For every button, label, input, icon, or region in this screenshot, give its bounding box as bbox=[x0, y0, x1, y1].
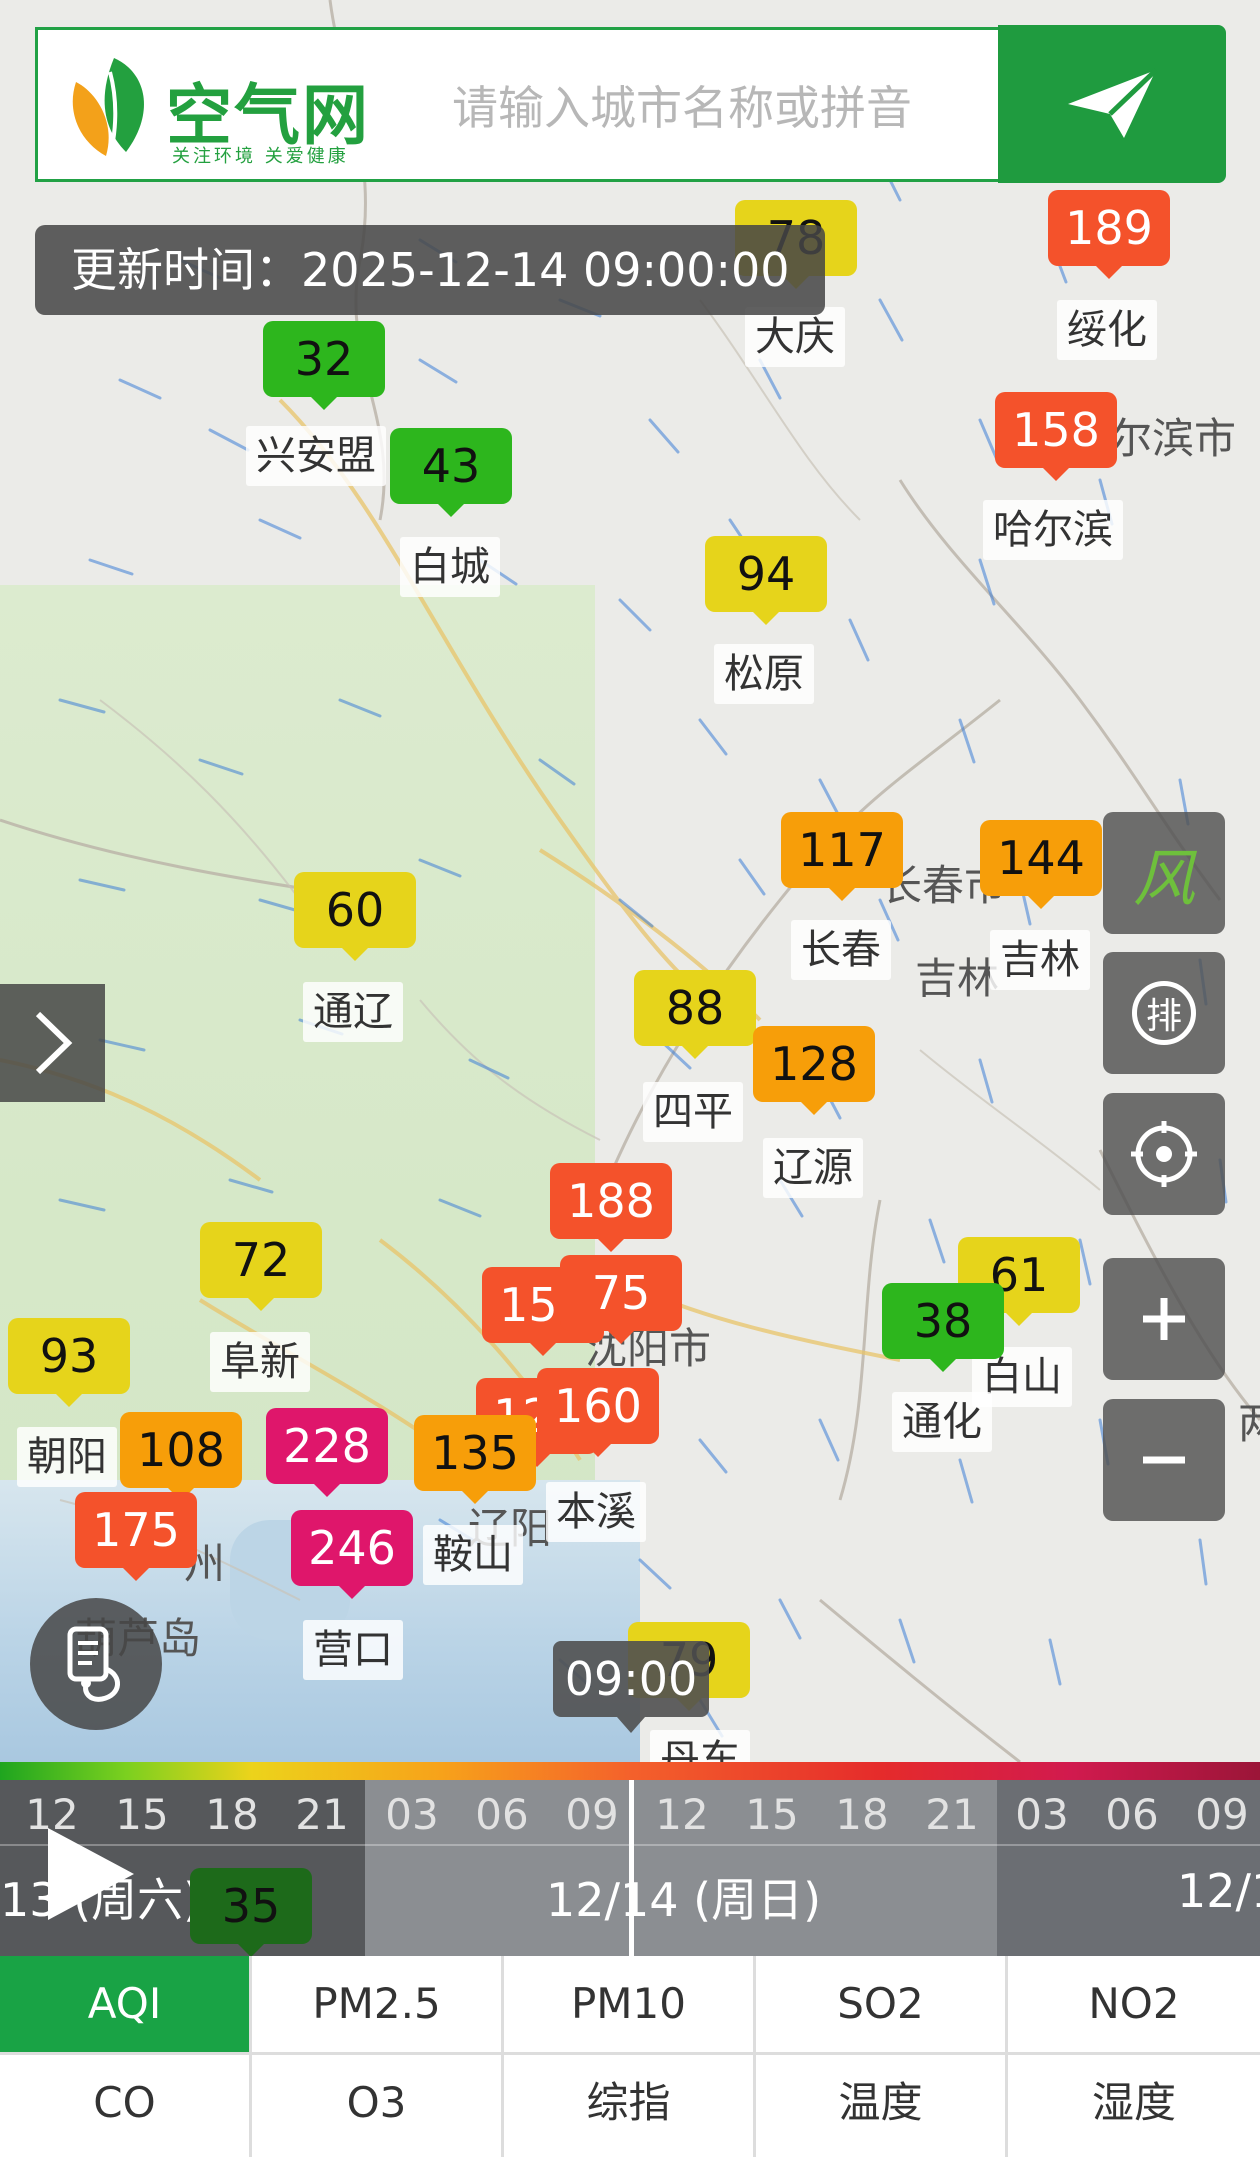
aqi-marker[interactable]: 94 bbox=[705, 536, 827, 625]
timeline-hour[interactable]: 03 bbox=[997, 1790, 1087, 1839]
aqi-marker[interactable]: 108 bbox=[120, 1412, 242, 1501]
tab-humidity[interactable]: 湿度 bbox=[1008, 2055, 1260, 2157]
zoom-out-button[interactable] bbox=[1103, 1399, 1225, 1521]
wind-toggle-button[interactable]: 风 bbox=[1103, 812, 1225, 934]
aqi-marker[interactable]: 144 bbox=[980, 820, 1102, 909]
tab-temperature[interactable]: 温度 bbox=[756, 2055, 1005, 2157]
map-label-harbin-city: 尔滨市 bbox=[1110, 414, 1237, 463]
aqi-marker[interactable]: 128 bbox=[753, 1026, 875, 1115]
timeline-hour[interactable]: 09 bbox=[1177, 1790, 1260, 1839]
city-label[interactable]: 白城 bbox=[400, 537, 500, 597]
search-bar: 空气网 关注环境 关爱健康 bbox=[35, 27, 1045, 182]
city-label[interactable]: 丹东 bbox=[650, 1730, 750, 1762]
timeline-cursor[interactable] bbox=[629, 1780, 634, 1956]
timeline-hour[interactable]: 09 bbox=[547, 1790, 637, 1839]
timeline-day-current: 12/14 (周日) bbox=[546, 1873, 822, 1927]
city-label[interactable]: 通辽 bbox=[303, 982, 403, 1042]
timeline-hour[interactable]: 21 bbox=[277, 1790, 367, 1839]
city-label[interactable]: 朝阳 bbox=[17, 1427, 117, 1487]
tab-aqi[interactable]: AQI bbox=[0, 1956, 249, 2052]
tab-no2[interactable]: NO2 bbox=[1008, 1956, 1260, 2052]
plus-icon bbox=[1143, 1298, 1185, 1340]
city-search-input[interactable] bbox=[450, 72, 1014, 144]
aqi-marker[interactable]: 246 bbox=[291, 1510, 413, 1599]
tab-composite-index[interactable]: 综指 bbox=[504, 2055, 753, 2157]
expand-panel-button[interactable] bbox=[0, 984, 105, 1102]
logo-leaf-icon bbox=[72, 58, 144, 157]
chevron-right-icon bbox=[35, 1011, 72, 1075]
city-label[interactable]: 松原 bbox=[714, 644, 814, 704]
timeline-hour[interactable]: 21 bbox=[907, 1790, 997, 1839]
pollutant-tabs: AQI PM2.5 PM10 SO2 NO2 CO O3 综指 温度 湿度 bbox=[0, 1956, 1260, 2157]
zoom-in-button[interactable] bbox=[1103, 1258, 1225, 1380]
aqi-marker[interactable]: 32 bbox=[263, 321, 385, 410]
city-label[interactable]: 辽源 bbox=[763, 1138, 863, 1198]
tab-pm10[interactable]: PM10 bbox=[504, 1956, 753, 2052]
map-label-korea: 两 bbox=[1238, 1399, 1260, 1448]
city-label[interactable]: 阜新 bbox=[210, 1332, 310, 1392]
tab-pm25[interactable]: PM2.5 bbox=[252, 1956, 501, 2052]
timeline-hour[interactable]: 12 bbox=[637, 1790, 727, 1839]
timeline-hour[interactable]: 06 bbox=[1087, 1790, 1177, 1839]
city-label[interactable]: 通化 bbox=[892, 1392, 992, 1452]
aqi-marker[interactable]: 38 bbox=[882, 1283, 1004, 1372]
timeline-hour[interactable]: 06 bbox=[457, 1790, 547, 1839]
city-label[interactable]: 长春 bbox=[791, 920, 891, 980]
ranking-button[interactable]: 排 bbox=[1103, 952, 1225, 1074]
stethoscope-icon bbox=[67, 1626, 120, 1702]
play-icon[interactable] bbox=[48, 1828, 134, 1920]
minus-icon bbox=[1143, 1456, 1185, 1464]
aqi-marker[interactable]: 175 bbox=[75, 1492, 197, 1581]
city-label[interactable]: 营口 bbox=[303, 1620, 403, 1680]
aqi-marker[interactable]: 189 bbox=[1048, 190, 1170, 279]
city-label[interactable]: 哈尔滨 bbox=[983, 500, 1123, 560]
ranking-icon: 排 bbox=[1132, 981, 1196, 1045]
tab-so2[interactable]: SO2 bbox=[756, 1956, 1005, 2052]
paper-plane-icon bbox=[1068, 68, 1158, 138]
timeline-day-next: 12/1 bbox=[1177, 1864, 1260, 1918]
aqi-color-scale bbox=[0, 1762, 1260, 1780]
timeline-hour[interactable]: 18 bbox=[187, 1790, 277, 1839]
city-label[interactable]: 吉林 bbox=[990, 930, 1090, 990]
site-logo: 空气网 关注环境 关爱健康 bbox=[66, 52, 446, 167]
aqi-marker[interactable]: 75 bbox=[560, 1255, 682, 1344]
health-advice-button[interactable] bbox=[30, 1598, 162, 1730]
tab-o3[interactable]: O3 bbox=[252, 2055, 501, 2157]
city-label[interactable]: 四平 bbox=[643, 1082, 743, 1142]
timeline-hour[interactable]: 18 bbox=[817, 1790, 907, 1839]
current-time-tooltip: 09:00 bbox=[553, 1641, 709, 1733]
aqi-marker[interactable]: 43 bbox=[390, 428, 512, 517]
city-label[interactable]: 大庆 bbox=[745, 307, 845, 367]
map-label-jilin-city: 吉林 bbox=[915, 954, 1000, 1003]
search-button[interactable] bbox=[998, 25, 1226, 183]
aqi-marker[interactable]: 135 bbox=[414, 1415, 536, 1504]
city-label[interactable]: 鞍山 bbox=[423, 1525, 523, 1585]
wind-icon: 风 bbox=[1132, 842, 1195, 915]
timeline-slider[interactable]: 12 15 18 21 03 06 09 12 15 18 21 03 06 0… bbox=[0, 1780, 1260, 1956]
aqi-marker[interactable]: 117 bbox=[781, 812, 903, 901]
aqi-marker[interactable]: 60 bbox=[294, 872, 416, 961]
city-label[interactable]: 兴安盟 bbox=[246, 426, 386, 486]
aqi-marker[interactable]: 35 bbox=[190, 1868, 312, 1957]
locate-button[interactable] bbox=[1103, 1093, 1225, 1215]
aqi-marker[interactable]: 93 bbox=[8, 1318, 130, 1407]
update-time-banner: 更新时间：2025-12-14 09:00:00 bbox=[35, 225, 825, 315]
aqi-marker[interactable]: 160 bbox=[537, 1368, 659, 1457]
tab-co[interactable]: CO bbox=[0, 2055, 249, 2157]
aqi-marker[interactable]: 228 bbox=[266, 1408, 388, 1497]
aqi-marker[interactable]: 88 bbox=[634, 970, 756, 1059]
city-label[interactable]: 本溪 bbox=[546, 1482, 646, 1542]
timeline-hour[interactable]: 15 bbox=[727, 1790, 817, 1839]
timeline-hour[interactable]: 03 bbox=[367, 1790, 457, 1839]
city-label[interactable]: 绥化 bbox=[1057, 300, 1157, 360]
crosshair-icon bbox=[1131, 1121, 1197, 1187]
aqi-marker[interactable]: 188 bbox=[550, 1163, 672, 1252]
aqi-marker[interactable]: 72 bbox=[200, 1222, 322, 1311]
aqi-marker[interactable]: 158 bbox=[995, 392, 1117, 481]
logo-slogan: 关注环境 关爱健康 bbox=[172, 146, 349, 167]
